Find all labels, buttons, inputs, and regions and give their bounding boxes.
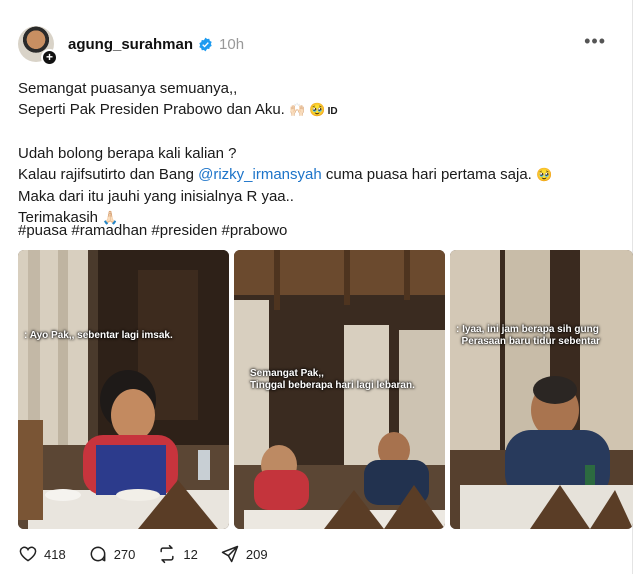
reply-button[interactable]: 270 [88, 544, 136, 564]
caption-image-1: : Ayo Pak,, sebentar lagi imsak. [24, 330, 173, 341]
repost-button[interactable]: 12 [157, 544, 198, 564]
comment-icon [90, 546, 106, 562]
post-image-3[interactable]: : Iyaa, ini jam berapa sih gung Perasaan… [450, 250, 633, 529]
verified-badge-icon [199, 37, 212, 51]
follow-plus-icon[interactable]: + [41, 49, 58, 66]
like-count: 418 [44, 546, 66, 562]
crying-face-emoji-icon: 🥹 [536, 168, 553, 183]
post-actions: 418 270 12 209 [18, 544, 290, 564]
more-options-icon[interactable]: ••• [584, 32, 606, 50]
post-line-3: Udah bolong berapa kali kalian ? [18, 145, 237, 162]
repost-icon [160, 544, 174, 564]
id-tag: ID [327, 106, 338, 117]
post-image-1[interactable]: : Ayo Pak,, sebentar lagi imsak. [18, 250, 229, 529]
post-line-4: Kalau rajifsutirto dan Bang @rizky_irman… [18, 164, 618, 186]
caption-image-2: Semangat Pak,, Tinggal beberapa hari lag… [250, 368, 415, 391]
post-timestamp: 10h [219, 35, 245, 53]
mention-link[interactable]: @rizky_irmansyah [198, 166, 322, 183]
like-button[interactable]: 418 [18, 544, 66, 564]
crying-face-emoji-icon: 🥹 [309, 103, 326, 118]
username[interactable]: agung_surahman [68, 36, 193, 53]
post-line-4-text: Kalau rajifsutirto dan Bang [18, 166, 199, 183]
share-count: 209 [245, 546, 268, 562]
media-carousel[interactable]: : Ayo Pak,, sebentar lagi imsak. Semanga… [18, 250, 633, 529]
post-line-2-text: Seperti Pak Presiden Prabowo dan Aku. [18, 101, 285, 118]
dining-scene-image-3 [450, 250, 633, 529]
post-card: + agung_surahman 10h ••• Semangat puasan… [0, 0, 633, 574]
post-line-5: Maka dari itu jauhi yang inisialnya R ya… [18, 188, 294, 205]
hashtags[interactable]: #puasa #ramadhan #presiden #prabowo [18, 222, 287, 239]
post-line-2: Seperti Pak Presiden Prabowo dan Aku. 🙌🏻… [18, 99, 618, 122]
share-button[interactable]: 209 [220, 544, 268, 564]
post-line-4-tail: cuma puasa hari pertama saja. [321, 166, 532, 183]
dining-scene-image-1 [18, 250, 229, 529]
heart-icon [19, 546, 37, 562]
post-image-2[interactable]: Semangat Pak,, Tinggal beberapa hari lag… [234, 250, 445, 529]
post-body: Semangat puasanya semuanya,, Seperti Pak… [18, 78, 618, 229]
avatar[interactable]: + [18, 26, 58, 66]
repost-count: 12 [183, 546, 198, 562]
hands-emoji-icon: 🙌🏻 [289, 103, 306, 118]
reply-count: 270 [113, 546, 136, 562]
post-line-1: Semangat puasanya semuanya,, [18, 80, 238, 97]
post-header: + agung_surahman 10h [18, 24, 245, 66]
send-icon [221, 545, 239, 563]
caption-image-3: : Iyaa, ini jam berapa sih gung Perasaan… [456, 324, 600, 347]
